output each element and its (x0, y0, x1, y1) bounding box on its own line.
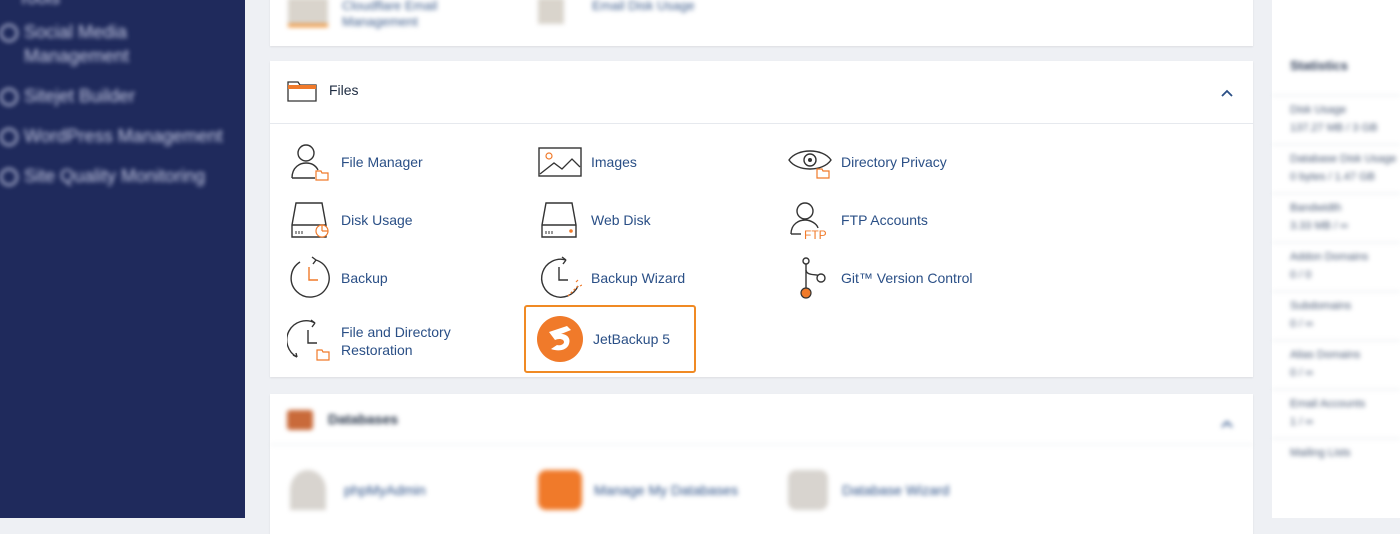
item-label: JetBackup 5 (593, 331, 671, 347)
web-disk-icon (537, 197, 583, 243)
chevron-up-icon[interactable] (1220, 85, 1234, 103)
section-title: Files (329, 82, 359, 98)
svg-text:FTP: FTP (804, 228, 827, 240)
stat-label: Addon Domains (1290, 251, 1369, 263)
database-wizard-icon (788, 470, 828, 510)
email-disk-usage-item[interactable]: Email Disk Usage (538, 0, 695, 30)
database-header-icon (287, 410, 313, 430)
stat-alias-domains: Alias Domains 0 / ∞ (1272, 340, 1400, 389)
stat-value: 3.33 MB / ∞ (1290, 220, 1348, 232)
email-icon (288, 0, 328, 27)
backup-link[interactable]: Backup (287, 250, 388, 306)
item-label: Manage My Databases (594, 482, 738, 498)
item-label: Backup (341, 270, 388, 286)
images-link[interactable]: Images (537, 134, 637, 190)
folder-icon (287, 80, 317, 107)
stat-mailing-lists: Mailing Lists (1272, 438, 1400, 469)
monitoring-icon (0, 168, 18, 186)
stat-label: Disk Usage (1290, 104, 1347, 116)
file-manager-icon (287, 139, 333, 185)
sidebar-item-wordpress[interactable]: WordPress Management (0, 124, 236, 148)
stat-addon-domains: Addon Domains 0 / 0 (1272, 242, 1400, 291)
sidebar-item-sitejet[interactable]: Sitejet Builder (0, 84, 226, 108)
stat-value: 137.27 MB / 3 GB (1290, 122, 1378, 134)
statistics-panel: Statistics Disk Usage 137.27 MB / 3 GB D… (1272, 0, 1400, 518)
sitejet-icon (0, 88, 18, 106)
stat-label: Email Accounts (1290, 398, 1366, 410)
item-label: Database Wizard (842, 482, 950, 498)
stat-subdomains: Subdomains 0 / ∞ (1272, 291, 1400, 340)
item-label: File Manager (341, 154, 423, 170)
stat-disk-usage: Disk Usage 137.27 MB / 3 GB (1272, 95, 1400, 144)
databases-icon (538, 470, 582, 510)
item-label: Git™ Version Control (841, 270, 973, 286)
stat-value: 0 / 0 (1290, 269, 1312, 281)
stat-bandwidth: Bandwidth 3.33 MB / ∞ (1272, 193, 1400, 242)
stat-value: 0 bytes / 1.47 GB (1290, 171, 1375, 183)
backup-icon (287, 255, 333, 301)
item-label: phpMyAdmin (344, 482, 426, 498)
item-label: Cloudflare Email Management (342, 0, 438, 29)
stat-value: 1 / ∞ (1290, 416, 1314, 428)
files-section-header[interactable]: Files (270, 61, 1253, 124)
email-disk-icon (538, 0, 564, 24)
item-label: Disk Usage (341, 212, 413, 228)
phpmyadmin-link[interactable]: phpMyAdmin (290, 470, 426, 510)
stat-database-disk-usage: Database Disk Usage 0 bytes / 1.47 GB (1272, 144, 1400, 193)
item-label: Web Disk (591, 212, 651, 228)
images-icon (537, 139, 583, 185)
directory-privacy-icon (787, 139, 833, 185)
sidebar-item-label: Sitejet Builder (24, 86, 136, 106)
statistics-title: Statistics (1290, 58, 1348, 73)
stat-label: Bandwidth (1290, 202, 1342, 214)
jetbackup-icon (537, 316, 583, 362)
disk-usage-link[interactable]: Disk Usage (287, 192, 413, 248)
jetbackup-link[interactable]: JetBackup 5 (524, 305, 696, 373)
git-version-control-link[interactable]: Git™ Version Control (787, 250, 973, 306)
item-label: Backup Wizard (591, 270, 686, 286)
web-disk-link[interactable]: Web Disk (537, 192, 651, 248)
stat-value: 0 / ∞ (1290, 318, 1314, 330)
sidebar-item-social-media[interactable]: Social Media Management (0, 20, 226, 68)
item-label: File and Directory Restoration (341, 324, 451, 358)
databases-section-card: Databases phpMyAdmin Manage My Databases… (270, 394, 1253, 534)
item-label: FTP Accounts (841, 212, 928, 228)
sidebar-item-label: Social Media Management (24, 22, 130, 66)
files-section-card: Files File Manager Images Directory Priv… (270, 61, 1253, 377)
sidebar-item-previous[interactable]: Tools (18, 0, 60, 10)
backup-wizard-link[interactable]: Backup Wizard (537, 250, 685, 306)
phpmyadmin-icon (290, 470, 326, 510)
email-section-card: Cloudflare Email Management Email Disk U… (270, 0, 1253, 46)
stat-label: Database Disk Usage (1290, 153, 1397, 165)
ftp-accounts-link[interactable]: FTP FTP Accounts (787, 192, 928, 248)
manage-databases-link[interactable]: Manage My Databases (538, 470, 738, 510)
sidebar-item-label: Site Quality Monitoring (24, 166, 206, 186)
backup-wizard-icon (537, 255, 583, 301)
email-management-item[interactable]: Cloudflare Email Management (288, 0, 538, 30)
stat-email-accounts: Email Accounts 1 / ∞ (1272, 389, 1400, 438)
item-label: Directory Privacy (841, 154, 947, 170)
sidebar-item-label: WordPress Management (24, 126, 223, 146)
stat-label: Mailing Lists (1290, 447, 1351, 459)
stat-value: 0 / ∞ (1290, 367, 1314, 379)
sidebar: Tools Social Media Management Sitejet Bu… (0, 0, 245, 518)
social-icon (0, 24, 18, 42)
disk-usage-icon (287, 197, 333, 243)
database-wizard-link[interactable]: Database Wizard (788, 470, 949, 510)
item-label: Images (591, 154, 637, 170)
sidebar-item-site-quality[interactable]: Site Quality Monitoring (0, 164, 236, 188)
ftp-accounts-icon: FTP (787, 197, 833, 243)
item-label: Email Disk Usage (592, 0, 695, 13)
section-title: Databases (328, 411, 399, 427)
restoration-icon (287, 318, 333, 364)
stat-label: Subdomains (1290, 300, 1352, 312)
stat-label: Alias Domains (1290, 349, 1361, 361)
file-directory-restoration-link[interactable]: File and Directory Restoration (287, 311, 471, 371)
directory-privacy-link[interactable]: Directory Privacy (787, 134, 947, 190)
file-manager-link[interactable]: File Manager (287, 134, 423, 190)
wordpress-icon (0, 128, 18, 146)
chevron-up-icon[interactable] (1220, 416, 1234, 434)
git-icon (787, 255, 833, 301)
